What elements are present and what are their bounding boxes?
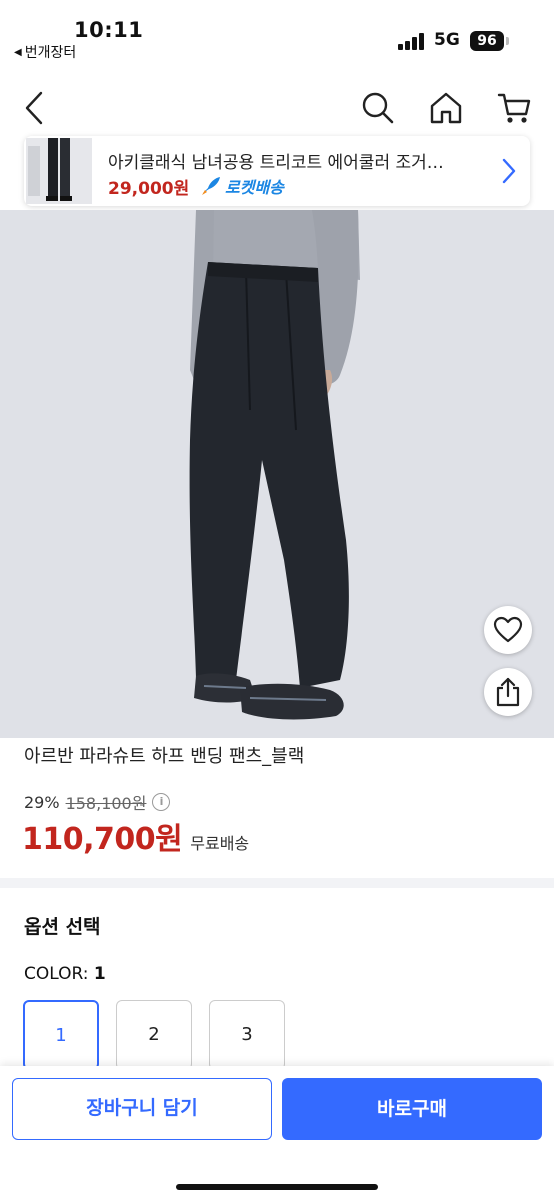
back-triangle-icon: ◀: [14, 46, 22, 58]
back-icon[interactable]: [12, 86, 56, 130]
info-icon[interactable]: i: [152, 793, 171, 811]
buy-now-button[interactable]: 바로구매: [282, 1078, 542, 1140]
discount-row: 29% 158,100원 i: [24, 790, 171, 814]
battery-tip: [506, 37, 509, 45]
back-to-app-link[interactable]: ◀ 번개장터: [14, 42, 76, 62]
color-selected-value: 1: [93, 964, 106, 984]
battery-icon: 96: [470, 31, 504, 51]
color-option-1[interactable]: 1: [23, 1000, 99, 1070]
top-nav: [0, 80, 554, 136]
favorite-heart-button[interactable]: [484, 606, 532, 654]
search-icon[interactable]: [356, 86, 400, 130]
rocket-delivery-badge: 로켓배송: [200, 174, 284, 198]
price-row: 110,700원 무료배송: [22, 814, 249, 858]
product-name: 아르반 파라슈트 하프 밴딩 팬츠_블랙: [24, 746, 305, 767]
original-price: 158,100원: [65, 794, 147, 813]
product-image[interactable]: [0, 210, 554, 738]
shipping-label: 무료배송: [190, 834, 250, 853]
color-option-label: COLOR: 1: [24, 964, 106, 984]
banner-price: 29,000원: [108, 179, 190, 199]
color-option-3[interactable]: 3: [209, 1000, 285, 1070]
signal-icon: [398, 32, 426, 50]
color-option-2[interactable]: 2: [116, 1000, 192, 1070]
home-indicator[interactable]: [176, 1184, 378, 1190]
section-divider: [0, 878, 554, 888]
share-button[interactable]: [484, 668, 532, 716]
bottom-action-bar: 장바구니 담기 바로구매: [0, 1066, 554, 1200]
heart-icon: [493, 616, 523, 643]
rocket-icon: [202, 177, 220, 195]
option-section-title: 옵션 선택: [24, 916, 101, 938]
cart-icon[interactable]: [492, 86, 536, 130]
share-icon: [496, 677, 520, 707]
recommendation-banner[interactable]: 아키클래식 남녀공용 트리코트 에어쿨러 조거… 29,000원 로켓배송: [24, 136, 530, 206]
status-time: 10:11: [74, 18, 144, 42]
rocket-delivery-label: 로켓배송: [225, 178, 284, 197]
sale-price: 110,700원: [22, 822, 183, 857]
color-label-text: COLOR:: [24, 964, 89, 984]
back-app-label: 번개장터: [24, 45, 77, 61]
status-bar: 10:11 ◀ 번개장터 5G 96: [0, 0, 554, 70]
network-label: 5G: [434, 30, 460, 50]
home-icon[interactable]: [424, 86, 468, 130]
banner-title: 아키클래식 남녀공용 트리코트 에어쿨러 조거…: [108, 153, 444, 173]
discount-rate: 29%: [24, 792, 60, 812]
chevron-right-icon: [502, 158, 516, 188]
add-to-cart-button[interactable]: 장바구니 담기: [12, 1078, 272, 1140]
banner-thumbnail-image: [26, 138, 92, 204]
